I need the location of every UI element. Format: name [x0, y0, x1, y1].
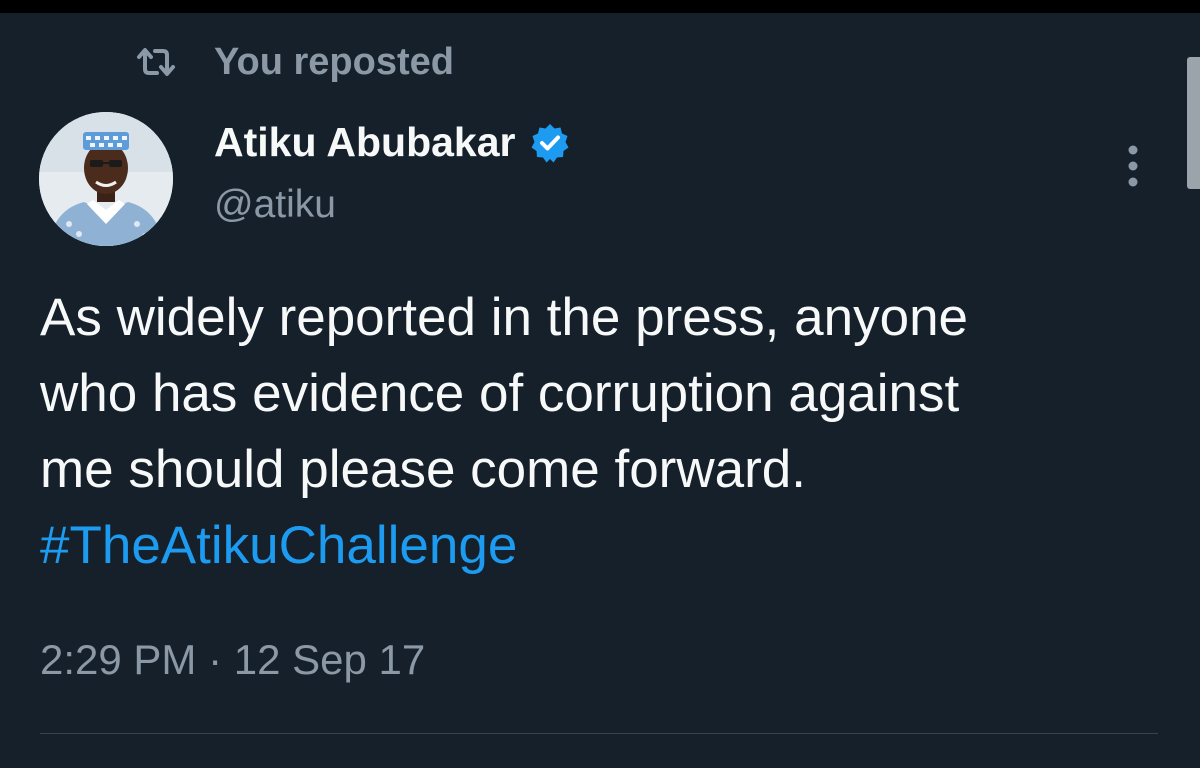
avatar[interactable] [39, 112, 173, 246]
verified-badge-icon[interactable] [529, 122, 571, 164]
author-name[interactable]: Atiku Abubakar [214, 119, 571, 166]
divider [40, 733, 1158, 734]
status-bar-strip [0, 0, 1200, 13]
more-options-button[interactable] [1118, 142, 1148, 190]
repost-icon [134, 45, 178, 79]
author-name-text: Atiku Abubakar [214, 119, 516, 165]
author-handle[interactable]: @atiku [214, 183, 336, 227]
hashtag-link[interactable]: #TheAtikuChallenge [40, 508, 517, 584]
repost-label: You reposted [214, 40, 454, 83]
scrollbar-thumb[interactable] [1187, 57, 1200, 189]
repost-indicator[interactable]: You reposted [134, 40, 454, 84]
tweet-timestamp[interactable]: 2:29 PM · 12 Sep 17 [40, 630, 425, 690]
tweet-text: As widely reported in the press, anyone … [40, 288, 969, 499]
avatar-photo [39, 112, 173, 246]
more-options-icon [1128, 145, 1138, 187]
